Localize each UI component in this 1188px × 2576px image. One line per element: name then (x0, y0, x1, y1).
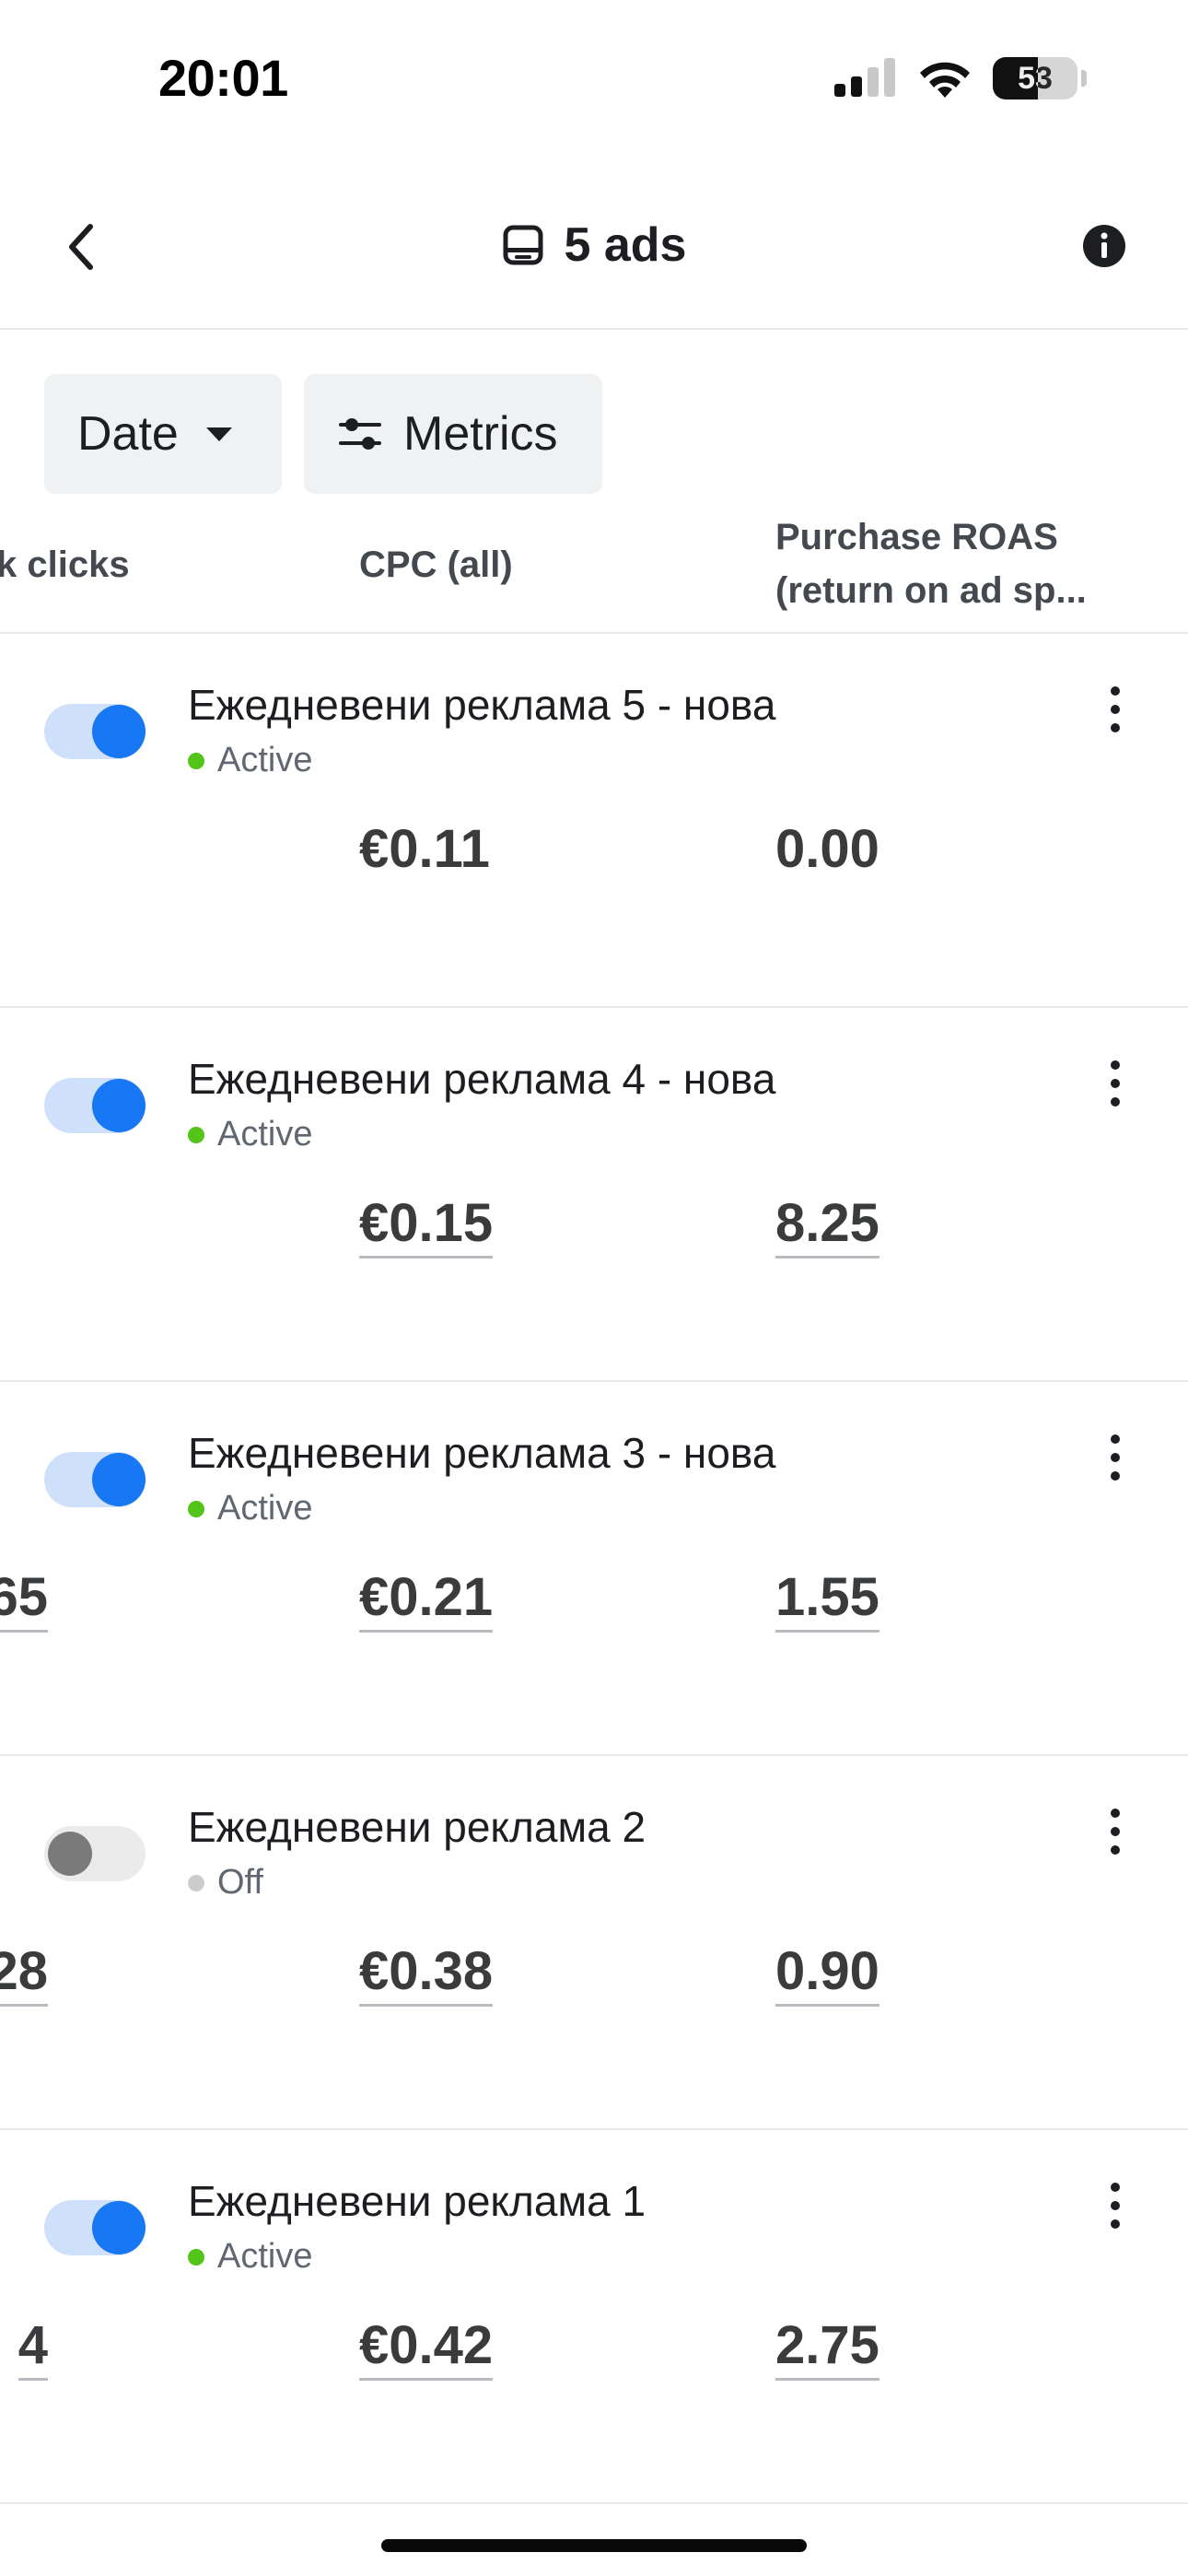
status-dot (188, 1874, 204, 1891)
ad-name[interactable]: Ежедневени реклама 5 - нова (188, 680, 775, 730)
roas-value[interactable]: 0.00 (775, 818, 879, 880)
toggle-knob (92, 705, 146, 758)
roas-value[interactable]: 8.25 (775, 1192, 879, 1259)
toggle-knob (48, 1832, 92, 1876)
cpc-value[interactable]: €0.15 (359, 1192, 494, 1259)
page-title: 5 ads (564, 218, 687, 272)
ad-status-label: Active (217, 1115, 313, 1153)
info-icon[interactable] (1081, 223, 1127, 269)
header-divider (0, 328, 1188, 330)
status-dot (188, 1126, 204, 1143)
link-clicks-value[interactable]: 28 (0, 1940, 48, 2007)
more-options-icon[interactable] (1101, 2178, 1129, 2233)
ad-row[interactable]: Ежедневени реклама 2 Off 28 €0.38 0.90 (0, 1756, 1188, 2130)
status-icons: 53 (833, 57, 1087, 100)
ad-status: Off (188, 1863, 263, 1903)
column-link-clicks[interactable]: k clicks (0, 538, 130, 591)
roas-value[interactable]: 0.90 (775, 1940, 879, 2007)
more-options-icon[interactable] (1101, 1430, 1129, 1485)
date-filter-button[interactable]: Date (44, 374, 282, 494)
ad-status-label: Active (217, 1489, 313, 1528)
column-roas[interactable]: Purchase ROAS (return on ad sp... (775, 510, 1087, 617)
ad-row[interactable]: Ежедневени реклама 4 - нова Active €0.15… (0, 1008, 1188, 1382)
wifi-icon (920, 62, 970, 98)
more-options-icon[interactable] (1101, 682, 1129, 737)
roas-value[interactable]: 1.55 (775, 1566, 879, 1633)
column-roas-line2: (return on ad sp... (775, 570, 1087, 611)
link-clicks-value[interactable]: 65 (0, 1566, 48, 1633)
home-indicator (381, 2539, 807, 2552)
ad-toggle[interactable] (44, 2200, 146, 2255)
ad-toggle[interactable] (44, 704, 146, 759)
metrics-label: Metrics (403, 407, 558, 461)
battery-level: 53 (1018, 60, 1053, 96)
cpc-value[interactable]: €0.42 (359, 2314, 494, 2381)
ad-name[interactable]: Ежедневени реклама 2 (188, 1802, 646, 1852)
ad-status: Active (188, 2237, 312, 2277)
caret-down-icon (205, 427, 232, 441)
roas-value[interactable]: 2.75 (775, 2314, 879, 2381)
status-dot (188, 2248, 204, 2266)
toggle-knob (92, 2201, 146, 2254)
status-dot (188, 752, 204, 769)
status-dot (188, 1500, 204, 1517)
cpc-value[interactable]: €0.11 (359, 818, 490, 880)
row-divider (0, 2502, 1188, 2504)
ad-toggle[interactable] (44, 1078, 146, 1133)
toggle-knob (92, 1453, 146, 1506)
ad-name[interactable]: Ежедневени реклама 4 - нова (188, 1054, 775, 1104)
ad-status-label: Active (217, 2237, 313, 2276)
signal-icon (834, 58, 895, 97)
page-header: 5 ads (0, 217, 1188, 273)
ad-icon (503, 225, 542, 265)
column-roas-line1: Purchase ROAS (775, 517, 1058, 557)
column-cpc[interactable]: CPC (all) (359, 538, 513, 591)
metrics-button[interactable]: Metrics (304, 374, 602, 494)
ad-status: Active (188, 1489, 312, 1528)
ad-name[interactable]: Ежедневени реклама 3 - нова (188, 1428, 775, 1478)
ad-row[interactable]: Ежедневени реклама 5 - нова Active €0.11… (0, 634, 1188, 1008)
more-options-icon[interactable] (1101, 1056, 1129, 1111)
ad-status-label: Off (217, 1863, 263, 1902)
status-time: 20:01 (158, 49, 288, 107)
sliders-icon (339, 418, 381, 450)
ad-status: Active (188, 741, 312, 780)
link-clicks-value[interactable]: 4 (17, 2314, 48, 2381)
ad-toggle[interactable] (44, 1452, 146, 1507)
date-filter-label: Date (77, 407, 179, 461)
ad-toggle[interactable] (44, 1826, 146, 1881)
ad-row[interactable]: Ежедневени реклама 1 Active 4 €0.42 2.75 (0, 2130, 1188, 2504)
ad-row[interactable]: Ежедневени реклама 3 - нова Active 65 €0… (0, 1382, 1188, 1756)
more-options-icon[interactable] (1101, 1804, 1129, 1859)
ad-name[interactable]: Ежедневени реклама 1 (188, 2176, 646, 2226)
cpc-value[interactable]: €0.38 (359, 1940, 494, 2007)
cpc-value[interactable]: €0.21 (359, 1566, 494, 1633)
ad-status-label: Active (217, 741, 313, 779)
battery-icon: 53 (993, 57, 1077, 100)
ad-status: Active (188, 1115, 312, 1154)
toggle-knob (92, 1079, 146, 1132)
